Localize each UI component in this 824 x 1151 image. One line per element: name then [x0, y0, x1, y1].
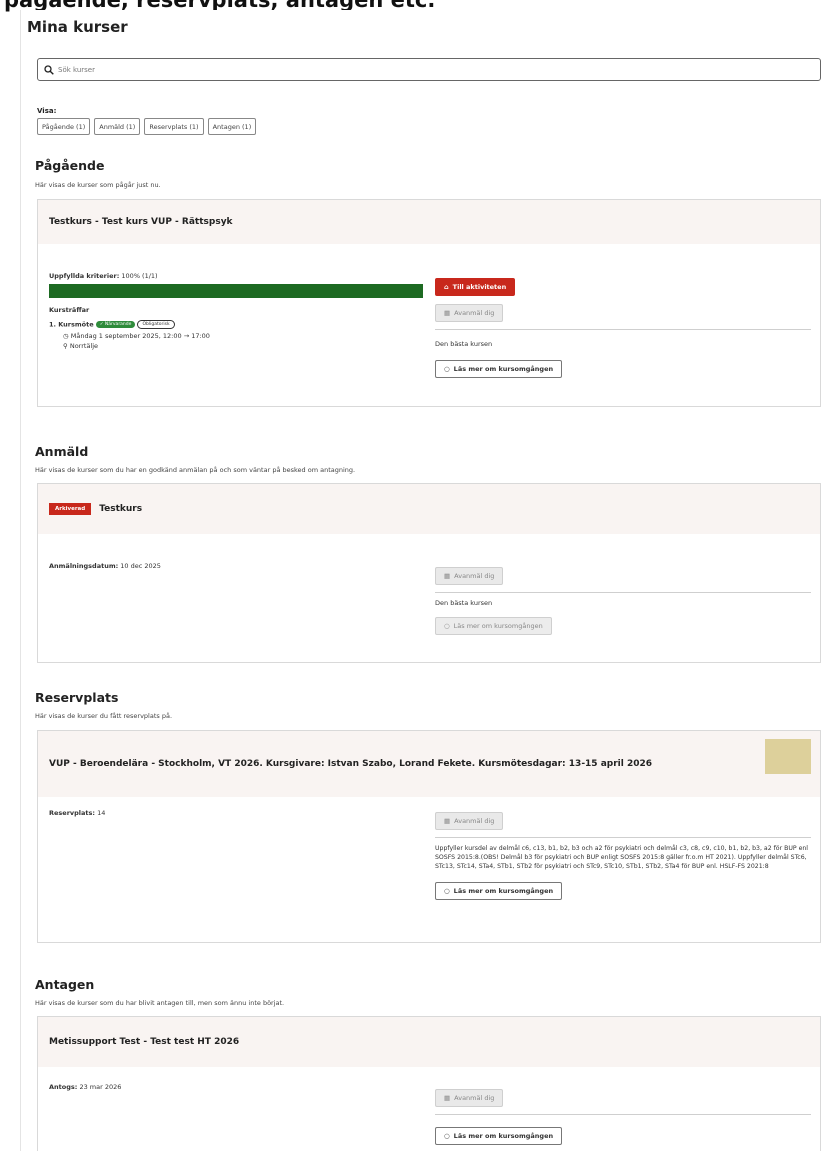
meeting-item-title: 1. Kursmöte	[49, 320, 94, 329]
info-circle-icon: ○	[444, 1132, 450, 1140]
criteria-progress-bar	[49, 284, 423, 298]
course-title: Testkurs	[99, 504, 143, 514]
read-more-button[interactable]: ○ Läs mer om kursomgången	[435, 359, 563, 378]
meeting-time: Måndag 1 september 2025, 12:00 → 17:00	[70, 332, 210, 340]
meetings-label: Kursträffar	[49, 306, 90, 314]
course-card-ongoing: Testkurs - Test kurs VUP - Rättspsyk Upp…	[37, 199, 821, 407]
unregister-button[interactable]: ▦ Avanmäl dig	[435, 1089, 504, 1107]
reserve-place-label: Reservplats:	[49, 809, 95, 817]
criteria-label: Uppfyllda kriterier:	[49, 272, 120, 280]
read-more-button[interactable]: ○ Läs mer om kursomgången	[435, 1127, 563, 1145]
go-to-activity-button[interactable]: ⌂ Till aktiviteten	[435, 278, 516, 296]
meeting-place: Norrtälje	[69, 342, 99, 350]
meeting-time-row: ◷ Måndag 1 september 2025, 12:00 → 17:00	[49, 332, 423, 340]
search-input[interactable]	[58, 65, 798, 74]
search-box[interactable]	[37, 58, 821, 81]
go-to-activity-label: Till aktiviteten	[452, 283, 507, 291]
course-header: VUP - Beroendelära - Stockholm, VT 2026.…	[38, 731, 820, 797]
course-description: Uppfyller kursdel av delmål c6, c13, b1,…	[435, 845, 809, 870]
filter-admitted-button[interactable]: Antagen (1)	[207, 118, 257, 135]
unregister-label: Avanmäl dig	[454, 572, 495, 580]
course-title: Metissupport Test - Test test HT 2026	[38, 1017, 820, 1067]
read-more-label: Läs mer om kursomgången	[453, 887, 554, 895]
filter-reserve-button[interactable]: Reservplats (1)	[144, 118, 204, 135]
calendar-x-icon: ▦	[444, 309, 451, 317]
admitted-date-value: 23 mar 2026	[79, 1083, 122, 1091]
section-desc-ongoing: Här visas de kurser som pågår just nu.	[35, 181, 161, 189]
info-circle-icon: ○	[444, 887, 450, 895]
calendar-x-icon: ▦	[444, 817, 451, 825]
archived-badge: Arkiverad	[49, 503, 92, 515]
unregister-label: Avanmäl dig	[454, 1094, 495, 1102]
admitted-date-label: Antogs:	[49, 1083, 78, 1091]
registration-date-value: 10 dec 2025	[120, 562, 161, 570]
badge-mandatory: Obligatorisk	[137, 320, 175, 329]
read-more-button[interactable]: ○ Läs mer om kursomgången	[435, 616, 552, 635]
divider	[435, 1114, 811, 1115]
section-desc-registered: Här visas de kurser som du har en godkän…	[35, 466, 356, 474]
read-more-label: Läs mer om kursomgången	[453, 1132, 554, 1140]
section-title-ongoing: Pågående	[35, 158, 105, 173]
filter-registered-button[interactable]: Anmäld (1)	[94, 118, 141, 135]
location-pin-icon: ⚲	[63, 342, 68, 350]
badge-present: ✓ Närvarande	[95, 321, 136, 328]
course-description: Den bästa kursen	[435, 599, 493, 607]
main-content: Mina kurser Visa: Pågående (1) Anmäld (1…	[20, 10, 823, 1151]
course-card-registered: Arkiverad Testkurs Anmälningsdatum: 10 d…	[37, 483, 821, 663]
criteria-row: Uppfyllda kriterier: 100% (1/1)	[49, 272, 423, 280]
unregister-button[interactable]: ▦ Avanmäl dig	[435, 304, 504, 322]
meeting-place-row: ⚲ Norrtälje	[49, 342, 423, 350]
divider	[435, 592, 811, 593]
unregister-label: Avanmäl dig	[454, 817, 495, 825]
section-title-registered: Anmäld	[35, 444, 89, 459]
filter-group: Pågående (1) Anmäld (1) Reservplats (1) …	[37, 118, 257, 135]
course-image-placeholder	[765, 739, 811, 774]
info-circle-icon: ○	[444, 364, 450, 373]
divider	[435, 329, 811, 330]
search-icon	[44, 64, 54, 75]
unregister-button[interactable]: ▦ Avanmäl dig	[435, 812, 504, 830]
course-title: Testkurs - Test kurs VUP - Rättspsyk	[38, 200, 820, 244]
home-icon: ⌂	[444, 283, 449, 291]
filter-label: Visa:	[37, 107, 57, 115]
section-title-reserve: Reservplats	[35, 690, 119, 705]
filter-ongoing-button[interactable]: Pågående (1)	[37, 118, 91, 135]
read-more-label: Läs mer om kursomgången	[453, 364, 554, 373]
course-card-reserve: VUP - Beroendelära - Stockholm, VT 2026.…	[37, 730, 821, 943]
admitted-date-row: Antogs: 23 mar 2026	[49, 1083, 121, 1091]
course-description: Den bästa kursen	[435, 340, 493, 348]
unregister-label: Avanmäl dig	[454, 309, 495, 317]
criteria-value: 100% (1/1)	[121, 272, 158, 280]
meeting-item: 1. Kursmöte ✓ Närvarande Obligatorisk	[49, 320, 423, 329]
page-title: Mina kurser	[27, 18, 128, 36]
divider	[435, 837, 811, 838]
course-header: Arkiverad Testkurs	[38, 484, 820, 534]
unregister-button[interactable]: ▦ Avanmäl dig	[435, 567, 504, 585]
calendar-x-icon: ▦	[444, 1094, 451, 1102]
clock-icon: ◷	[63, 332, 69, 340]
registration-date-row: Anmälningsdatum: 10 dec 2025	[49, 562, 161, 570]
registration-date-label: Anmälningsdatum:	[49, 562, 119, 570]
reserve-place-value: 14	[97, 809, 106, 817]
read-more-button[interactable]: ○ Läs mer om kursomgången	[435, 882, 563, 900]
course-title: VUP - Beroendelära - Stockholm, VT 2026.…	[49, 759, 653, 769]
read-more-label: Läs mer om kursomgången	[453, 621, 543, 630]
section-desc-reserve: Här visas de kurser du fått reservplats …	[35, 712, 173, 720]
calendar-x-icon: ▦	[444, 572, 451, 580]
info-circle-icon: ○	[444, 621, 450, 630]
reserve-place-row: Reservplats: 14	[49, 809, 105, 817]
section-title-admitted: Antagen	[35, 977, 95, 992]
section-desc-admitted: Här visas de kurser som du har blivit an…	[35, 999, 285, 1007]
course-card-admitted: Metissupport Test - Test test HT 2026 An…	[37, 1016, 821, 1151]
